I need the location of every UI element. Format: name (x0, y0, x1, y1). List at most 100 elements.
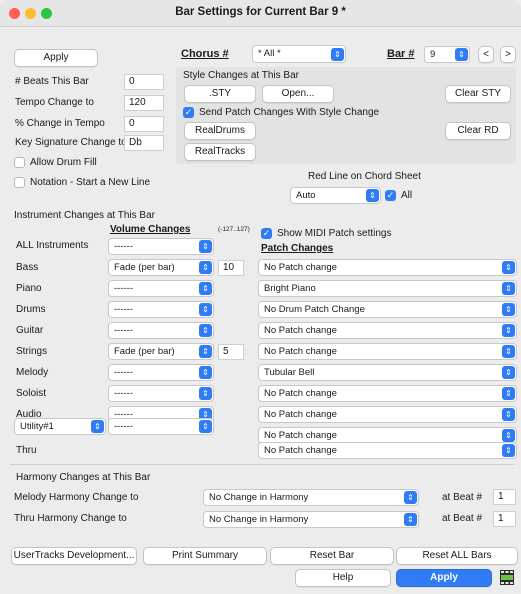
apply-bottom-button[interactable]: Apply (396, 569, 492, 587)
patch-select-strings[interactable]: No Patch change ⇕ (258, 343, 517, 360)
chevron-updown-icon: ⇕ (502, 408, 515, 421)
volume-value: ------ (114, 325, 133, 336)
chevron-updown-icon: ⇕ (199, 366, 212, 379)
usertracks-development-button[interactable]: UserTracks Development... (11, 547, 137, 565)
red-line-all-checkbox[interactable]: ✓ (385, 190, 396, 201)
realdrums-button[interactable]: RealDrums (184, 122, 256, 140)
volume-select-utility[interactable]: ------ ⇕ (108, 418, 214, 435)
volume-amount-input-bass[interactable]: 10 (218, 260, 244, 276)
volume-select-piano[interactable]: ------ ⇕ (108, 280, 214, 297)
notation-new-line-checkbox[interactable] (14, 177, 25, 188)
tempo-input[interactable]: 120 (124, 95, 164, 111)
chevron-updown-icon: ⇕ (502, 345, 515, 358)
reset-all-bars-button[interactable]: Reset ALL Bars (396, 547, 518, 565)
patch-changes-header: Patch Changes (261, 243, 334, 254)
beats-label: # Beats This Bar (15, 76, 89, 87)
volume-range-note: (-127..127) (218, 226, 250, 233)
film-clapper-icon[interactable] (500, 570, 514, 585)
realtracks-button[interactable]: RealTracks (184, 143, 256, 161)
patch-select-drums[interactable]: No Drum Patch Change ⇕ (258, 301, 517, 318)
chevron-updown-icon: ⇕ (331, 48, 344, 61)
patch-value: No Drum Patch Change (264, 304, 365, 315)
volume-select-drums[interactable]: ------ ⇕ (108, 301, 214, 318)
send-patch-checkbox[interactable]: ✓ (183, 107, 194, 118)
utility-track-select[interactable]: Utility#1 ⇕ (14, 418, 106, 435)
chevron-updown-icon: ⇕ (199, 324, 212, 337)
volume-value: ------ (114, 388, 133, 399)
volume-select-all[interactable]: ------ ⇕ (108, 238, 214, 255)
previous-bar-button[interactable]: < (478, 46, 494, 63)
patch-select-melody[interactable]: Tubular Bell ⇕ (258, 364, 517, 381)
apply-top-button[interactable]: Apply (14, 49, 98, 67)
chevron-updown-icon: ⇕ (91, 420, 104, 433)
reset-bar-button[interactable]: Reset Bar (270, 547, 394, 565)
thru-harmony-value: No Change in Harmony (209, 514, 309, 525)
chevron-updown-icon: ⇕ (404, 513, 417, 526)
melody-harmony-label: Melody Harmony Change to (14, 492, 139, 503)
window-title: Bar Settings for Current Bar 9 * (175, 6, 346, 18)
instrument-name: Melody (16, 367, 49, 378)
red-line-all-label: All (401, 190, 413, 201)
chorus-label: Chorus # (181, 48, 229, 60)
melody-beat-label: at Beat # (442, 492, 483, 503)
red-line-value: Auto (296, 190, 316, 201)
show-midi-patch-label: Show MIDI Patch settings (277, 228, 392, 239)
patch-value: No Patch change (264, 346, 337, 357)
show-midi-patch-checkbox[interactable]: ✓ (261, 228, 272, 239)
beats-input[interactable]: 0 (124, 74, 164, 90)
print-summary-button[interactable]: Print Summary (143, 547, 267, 565)
patch-select-soloist[interactable]: No Patch change ⇕ (258, 385, 517, 402)
percent-tempo-input[interactable]: 0 (124, 116, 164, 132)
chevron-updown-icon: ⇕ (199, 282, 212, 295)
patch-select-guitar[interactable]: No Patch change ⇕ (258, 322, 517, 339)
instrument-name: Soloist (16, 388, 47, 399)
title-bar: Bar Settings for Current Bar 9 * (0, 0, 521, 27)
patch-value: Bright Piano (264, 283, 316, 294)
volume-value: ------ (114, 421, 133, 432)
melody-beat-input[interactable]: 1 (493, 489, 516, 505)
patch-select-piano[interactable]: Bright Piano ⇕ (258, 280, 517, 297)
sty-button[interactable]: .STY (184, 85, 256, 103)
volume-amount-input-strings[interactable]: 5 (218, 344, 244, 360)
volume-select-melody[interactable]: ------ ⇕ (108, 364, 214, 381)
volume-value: ------ (114, 241, 133, 252)
divider (10, 464, 515, 465)
chevron-updown-icon: ⇕ (502, 429, 515, 442)
help-button[interactable]: Help (295, 569, 391, 587)
volume-select-bass[interactable]: Fade (per bar) ⇕ (108, 259, 214, 276)
bar-select[interactable]: 9 ⇕ (424, 46, 470, 63)
instrument-name: Thru (16, 445, 37, 456)
chorus-select[interactable]: * All * ⇕ (252, 45, 346, 63)
volume-value: Fade (per bar) (114, 346, 175, 357)
thru-beat-input[interactable]: 1 (493, 511, 516, 527)
volume-select-guitar[interactable]: ------ ⇕ (108, 322, 214, 339)
chevron-updown-icon: ⇕ (455, 48, 468, 61)
utility-track-value: Utility#1 (20, 421, 54, 432)
chevron-updown-icon: ⇕ (199, 303, 212, 316)
open-style-button[interactable]: Open... (262, 85, 334, 103)
thru-harmony-select[interactable]: No Change in Harmony ⇕ (203, 511, 419, 528)
clear-sty-button[interactable]: Clear STY (445, 85, 511, 103)
chevron-updown-icon: ⇕ (502, 261, 515, 274)
patch-value: No Patch change (264, 388, 337, 399)
red-line-select[interactable]: Auto ⇕ (290, 187, 381, 204)
instrument-name: Piano (16, 283, 42, 294)
key-signature-input[interactable]: Db (124, 135, 164, 151)
tempo-label: Tempo Change to (15, 97, 94, 108)
chevron-updown-icon: ⇕ (199, 345, 212, 358)
volume-value: ------ (114, 367, 133, 378)
notation-new-line-label: Notation - Start a New Line (30, 177, 151, 188)
drum-fill-checkbox[interactable] (14, 157, 25, 168)
next-bar-button[interactable]: > (500, 46, 516, 63)
send-patch-label: Send Patch Changes With Style Change (199, 107, 380, 118)
patch-select-audio[interactable]: No Patch change ⇕ (258, 406, 517, 423)
clear-rd-button[interactable]: Clear RD (445, 122, 511, 140)
patch-select-bass[interactable]: No Patch change ⇕ (258, 259, 517, 276)
style-changes-heading: Style Changes at This Bar (183, 70, 299, 81)
melody-harmony-select[interactable]: No Change in Harmony ⇕ (203, 489, 419, 506)
volume-select-strings[interactable]: Fade (per bar) ⇕ (108, 343, 214, 360)
volume-select-soloist[interactable]: ------ ⇕ (108, 385, 214, 402)
instrument-name: Strings (16, 346, 48, 357)
instrument-name: ALL Instruments (16, 240, 89, 251)
patch-select-thru[interactable]: No Patch change ⇕ (258, 442, 517, 459)
